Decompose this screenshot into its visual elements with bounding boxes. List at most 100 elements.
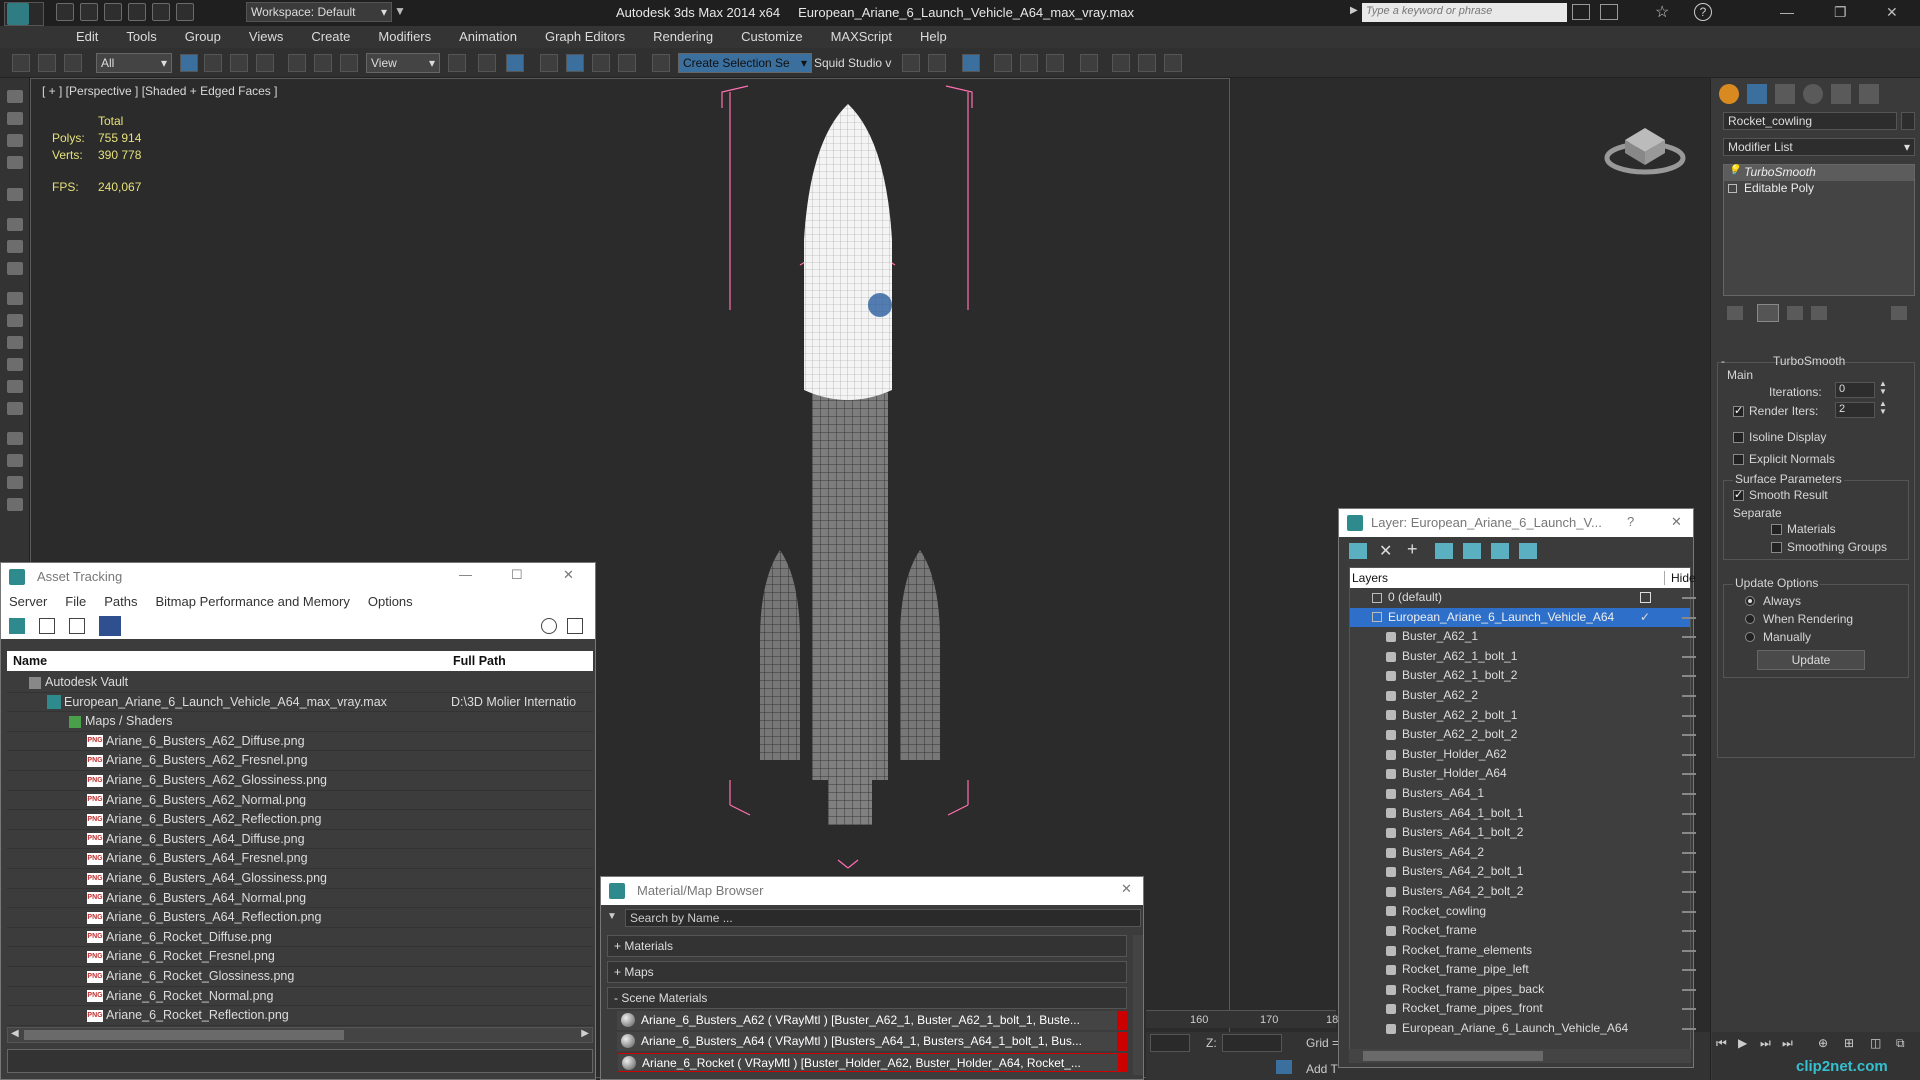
hide-toggle[interactable] [1682,753,1696,756]
delete-layer-icon[interactable]: ✕ [1379,541,1392,561]
hide-toggle[interactable] [1682,851,1696,854]
app-logo-icon[interactable] [4,2,44,26]
stack-item-editable-poly[interactable]: Editable Poly [1724,181,1914,197]
edit-named-selection-icon[interactable] [652,54,670,72]
update-manually-radio[interactable] [1745,632,1755,642]
strip-tool-13-icon[interactable] [7,380,23,393]
binoculars-icon[interactable] [1572,4,1590,20]
configure-sets-icon[interactable] [1891,306,1907,320]
hide-toggle[interactable] [1682,949,1696,952]
menu-customize[interactable]: Customize [727,26,816,48]
rollout-collapse-icon[interactable]: - [1721,354,1725,368]
move-icon[interactable] [288,54,306,72]
spinner-snap-icon[interactable] [618,54,636,72]
show-end-result-icon[interactable] [1757,304,1779,322]
select-manipulate-icon[interactable] [478,54,496,72]
named-selection-set-dropdown[interactable]: Create Selection Se ▾ [678,53,812,73]
layer-window-titlebar[interactable]: Layer: European_Ariane_6_Launch_V... ? ✕ [1339,509,1693,537]
add-to-layer-icon[interactable]: + [1407,539,1418,560]
layer-object-row[interactable]: Busters_A64_2 [1350,843,1696,863]
layer-object-row[interactable]: Rocket_frame [1350,921,1696,941]
play-icon[interactable]: ▶ [1738,1036,1747,1050]
table-row[interactable]: European_Ariane_6_Launch_Vehicle_A64_max… [7,693,593,713]
x-coordinate-field[interactable] [1150,1034,1190,1052]
iterations-spinner-icon[interactable]: ▲ ▼ [1879,380,1887,396]
maximize-icon[interactable]: ☐ [511,567,523,583]
keyboard-shortcut-icon[interactable] [506,54,524,72]
star-icon[interactable]: ☆ [1655,2,1669,22]
layer-object-row[interactable]: Buster_Holder_A62 [1350,745,1696,765]
hide-toggle[interactable] [1682,890,1696,893]
redo-icon[interactable] [152,3,170,21]
scene-materials-section[interactable]: - Scene Materials [607,987,1127,1009]
refresh-icon[interactable] [9,618,25,634]
menu-modifiers[interactable]: Modifiers [364,26,445,48]
pivot-center-icon[interactable] [448,54,466,72]
explicit-normals-checkbox[interactable] [1733,454,1744,465]
hide-toggle[interactable] [1682,930,1696,933]
hide-toggle[interactable] [1682,773,1696,776]
separate-smoothing-groups-checkbox[interactable] [1771,542,1782,553]
layer-object-row[interactable]: Busters_A64_2_bolt_1 [1350,862,1696,882]
update-always-radio[interactable] [1745,596,1755,606]
help-icon[interactable]: ? [1627,514,1634,529]
scene-material-row[interactable]: Ariane_6_Rocket ( VRayMtl ) [Buster_Hold… [617,1053,1127,1072]
hide-toggle[interactable] [1682,714,1696,717]
object-name-field[interactable]: Rocket_cowling [1723,112,1897,130]
key-icon[interactable] [1600,4,1618,20]
list-view-icon[interactable] [39,618,55,634]
render-iters-input[interactable]: 2 [1835,402,1875,418]
current-layer-checkbox[interactable] [1640,592,1651,603]
minimize-icon[interactable]: — [1780,4,1794,20]
open-file-icon[interactable] [80,3,98,21]
modifier-list-dropdown[interactable]: Modifier List ▾ [1723,138,1915,156]
freeze-all-layers-icon[interactable] [1519,543,1537,559]
layer-object-row[interactable]: Busters_A64_1_bolt_2 [1350,823,1696,843]
hide-toggle[interactable] [1682,1008,1696,1011]
selection-filter-dropdown[interactable]: All ▾ [96,53,172,73]
maps-section[interactable]: + Maps [607,961,1127,983]
column-hide[interactable]: Hide [1664,571,1696,585]
strip-tool-9-icon[interactable] [7,292,23,305]
layer-row-active[interactable]: European_Ariane_6_Launch_Vehicle_A64 ✓ [1350,607,1696,628]
layer-manager-icon[interactable] [962,54,980,72]
strip-tool-11-icon[interactable] [7,336,23,349]
close-icon[interactable]: ✕ [563,567,574,583]
layer-object-row[interactable]: Rocket_frame_elements [1350,941,1696,961]
hide-toggle[interactable] [1682,792,1696,795]
menu-rendering[interactable]: Rendering [639,26,727,48]
workspace-dropdown[interactable]: Workspace: Default ▾ [246,2,392,22]
zoom-icon[interactable]: ⊕ [1818,1036,1828,1050]
next-frame-icon[interactable]: ⏭ [1760,1036,1771,1051]
table-row[interactable]: PNG Ariane_6_Busters_A62_Normal.png [7,791,593,811]
mirror-icon[interactable] [902,54,920,72]
layer-object-row[interactable]: Rocket_frame_pipes_back [1350,980,1696,1000]
goto-start-icon[interactable]: ⏮ [1716,1036,1727,1051]
curve-editor-icon[interactable] [1020,54,1038,72]
scroll-right-icon[interactable]: ▶ [581,1028,589,1039]
help-icon[interactable] [541,618,557,634]
hide-toggle[interactable] [1682,616,1696,619]
strip-tool-14-icon[interactable] [7,402,23,415]
render-setup-icon[interactable] [1112,54,1130,72]
minimize-icon[interactable]: — [459,567,472,582]
graphite-tools-icon[interactable] [994,54,1012,72]
menu-bitmap-performance[interactable]: Bitmap Performance and Memory [156,594,350,610]
select-layer-objects-icon[interactable] [1435,543,1453,559]
asset-tracking-titlebar[interactable]: Asset Tracking — ☐ ✕ [1,563,595,591]
layer-object-row[interactable]: European_Ariane_6_Launch_Vehicle_A64 [1350,1019,1696,1039]
table-row[interactable]: PNG Ariane_6_Rocket_Glossiness.png [7,967,593,987]
layer-object-row[interactable]: Buster_A62_1_bolt_1 [1350,647,1696,667]
hide-toggle[interactable] [1682,636,1696,639]
strip-tool-5-icon[interactable] [7,188,23,201]
reference-coordinate-dropdown[interactable]: View ▾ [366,53,440,73]
update-button[interactable]: Update [1757,650,1865,670]
close-icon[interactable]: ✕ [1671,514,1682,530]
strip-tool-16-icon[interactable] [7,454,23,467]
menu-options[interactable]: Options [368,594,413,610]
add-time-tag-label[interactable]: Add T [1306,1062,1338,1076]
table-view-icon[interactable] [99,616,121,636]
scene-material-row[interactable]: Ariane_6_Busters_A64 ( VRayMtl ) [Buster… [617,1032,1127,1051]
menu-views[interactable]: Views [235,26,297,48]
undo-icon[interactable] [128,3,146,21]
